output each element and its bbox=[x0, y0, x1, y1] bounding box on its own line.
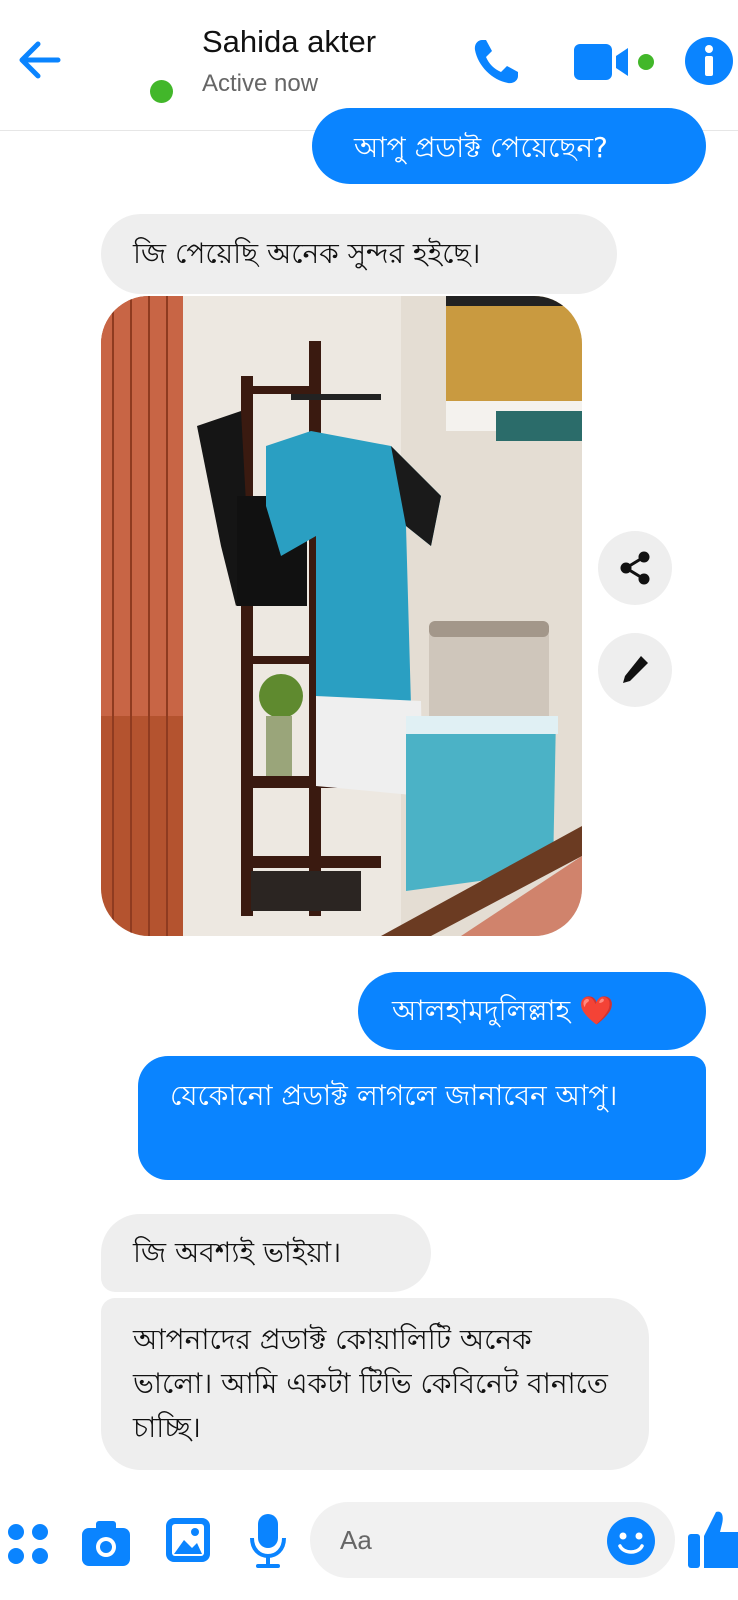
gallery-button[interactable] bbox=[164, 1516, 212, 1568]
edit-pencil-icon bbox=[623, 656, 648, 683]
clothes-rack-photo bbox=[101, 296, 582, 936]
microphone-icon bbox=[250, 1514, 286, 1568]
camera-button[interactable] bbox=[80, 1518, 132, 1572]
video-call-button[interactable] bbox=[574, 40, 658, 88]
message-text: জি পেয়েছি অনেক সুন্দর হইছে। bbox=[133, 237, 481, 270]
message-bubble-outgoing[interactable]: আলহামদুলিল্লাহ ❤️ bbox=[358, 972, 706, 1050]
message-bubble-outgoing[interactable]: যেকোনো প্রডাক্ট লাগলে জানাবেন আপু। bbox=[138, 1056, 706, 1180]
info-icon bbox=[685, 37, 733, 85]
edit-button[interactable] bbox=[598, 633, 672, 707]
active-status-dot bbox=[150, 80, 173, 103]
back-arrow-icon bbox=[19, 41, 61, 79]
message-text: যেকোনো প্রডাক্ট লাগলে জানাবেন আপু। bbox=[170, 1079, 618, 1112]
message-input-placeholder: Aa bbox=[340, 1525, 372, 1555]
contact-name[interactable]: Sahida akter bbox=[202, 24, 376, 60]
emoji-icon bbox=[607, 1517, 655, 1565]
back-button[interactable] bbox=[14, 34, 66, 86]
message-bubble-outgoing[interactable]: আপু প্রডাক্ট পেয়েছেন? bbox=[312, 108, 706, 184]
emoji-button[interactable] bbox=[606, 1516, 656, 1570]
message-text: আলহামদুলিল্লাহ ❤️ bbox=[392, 994, 614, 1027]
camera-icon bbox=[82, 1521, 130, 1566]
like-button[interactable] bbox=[688, 1508, 738, 1574]
apps-button[interactable] bbox=[4, 1520, 52, 1572]
call-button[interactable] bbox=[468, 34, 524, 94]
apps-grid-icon bbox=[8, 1524, 48, 1564]
active-status-text: Active now bbox=[202, 70, 319, 97]
gallery-icon bbox=[166, 1518, 210, 1562]
message-text: আপনাদের প্রডাক্ট কোয়ালিটি অনেক ভালো। আম… bbox=[133, 1323, 608, 1444]
message-bubble-incoming[interactable]: জি অবশ্যই ভাইয়া। bbox=[101, 1214, 431, 1292]
share-icon bbox=[620, 551, 650, 585]
phone-icon bbox=[474, 40, 518, 84]
video-camera-icon bbox=[574, 44, 654, 80]
message-text: জি অবশ্যই ভাইয়া। bbox=[133, 1236, 342, 1269]
share-button[interactable] bbox=[598, 531, 672, 605]
message-bubble-incoming[interactable]: জি পেয়েছি অনেক সুন্দর হইছে। bbox=[101, 214, 617, 294]
message-bubble-incoming[interactable]: আপনাদের প্রডাক্ট কোয়ালিটি অনেক ভালো। আম… bbox=[101, 1298, 649, 1470]
photo-attachment[interactable] bbox=[101, 296, 582, 936]
thumbs-up-icon bbox=[688, 1511, 738, 1568]
info-button[interactable] bbox=[684, 36, 734, 90]
voice-message-button[interactable] bbox=[248, 1512, 288, 1574]
message-text: আপু প্রডাক্ট পেয়েছেন? bbox=[354, 131, 608, 164]
